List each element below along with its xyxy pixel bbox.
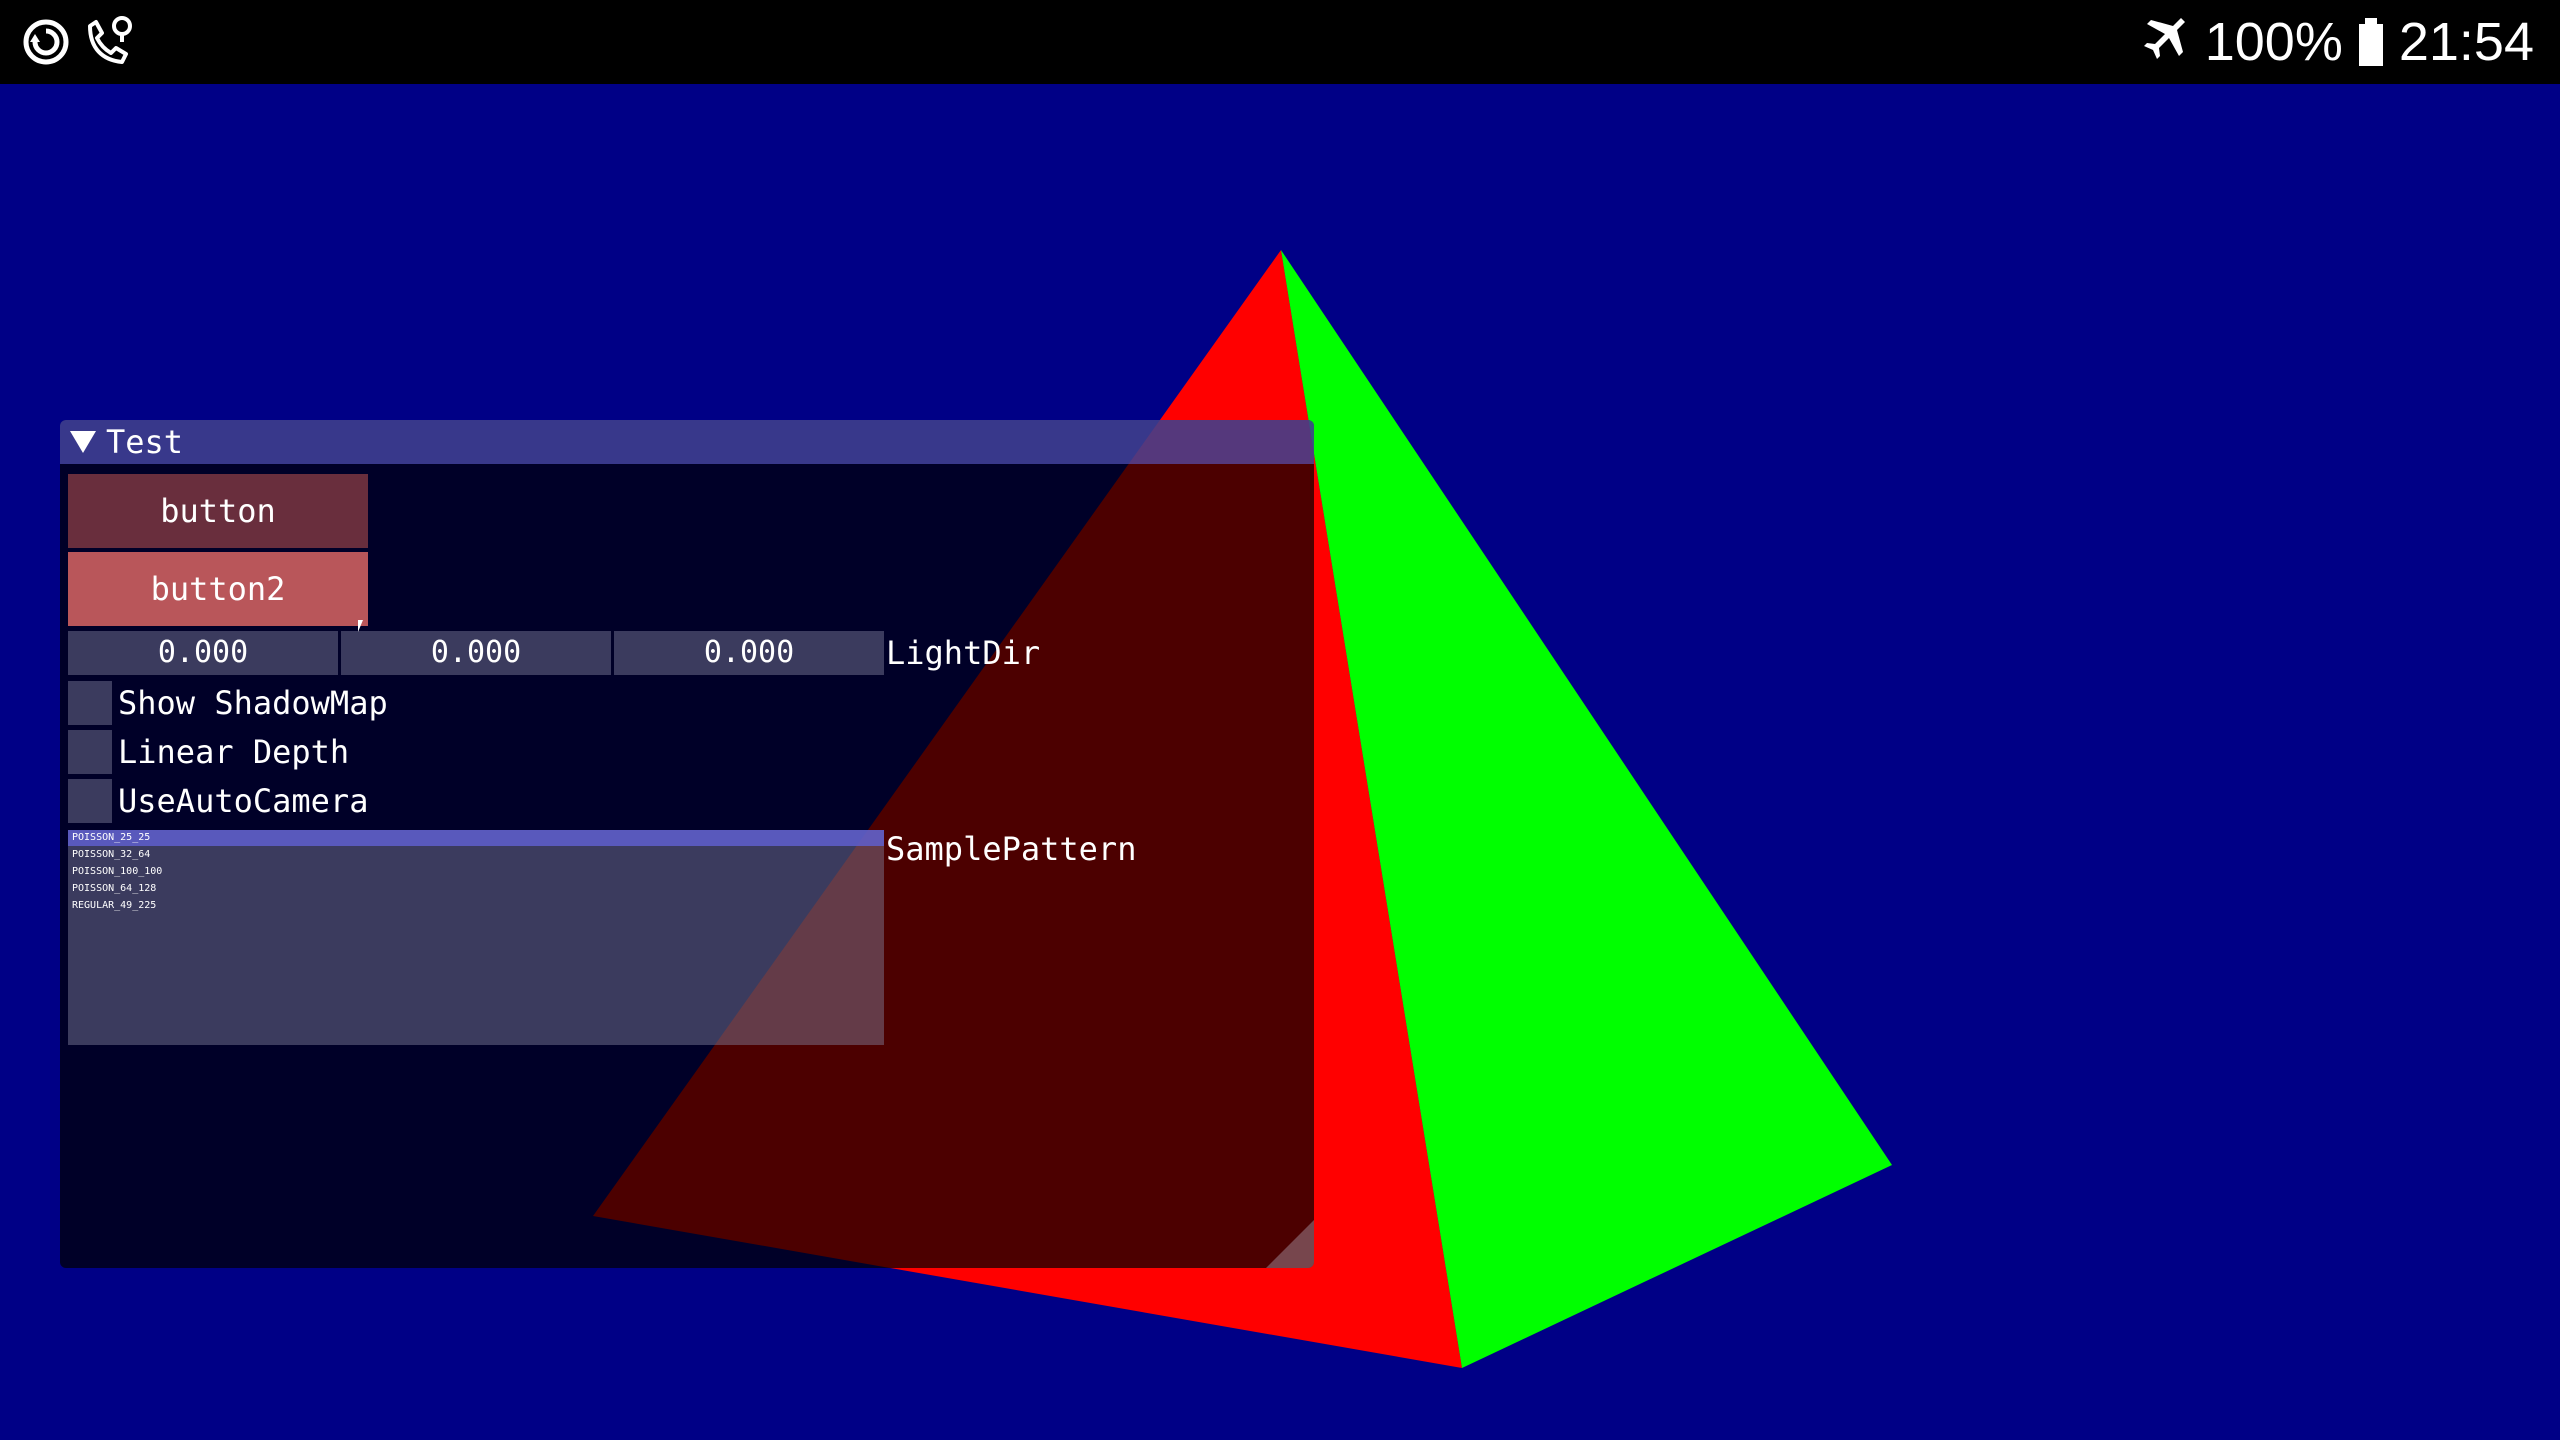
battery-icon (2358, 18, 2383, 66)
lightdir-label: LightDir (886, 634, 1041, 672)
window-title: Test (106, 423, 184, 461)
button2-button[interactable]: button2 (68, 552, 368, 626)
checkbox-label: UseAutoCamera (118, 782, 369, 820)
imgui-window-test[interactable]: Test button button2 0.000 0.000 0.000 Li… (60, 420, 1314, 1268)
lightdir-z-field[interactable]: 0.000 (614, 631, 884, 675)
android-screen: 100% 21:54 Test button button2 0.000 0.0… (0, 0, 2560, 1440)
list-item[interactable]: POISSON_32_64 (68, 847, 884, 863)
sync-icon (23, 19, 69, 65)
collapse-triangle-icon[interactable] (70, 431, 96, 453)
list-item[interactable]: POISSON_64_128 (68, 881, 884, 897)
window-resize-grip[interactable] (1266, 1220, 1314, 1268)
window-titlebar[interactable]: Test (60, 420, 1314, 464)
lightdir-y-field[interactable]: 0.000 (341, 631, 611, 675)
checkbox-box[interactable] (68, 730, 112, 774)
samplepattern-listbox[interactable]: POISSON_25_25 POISSON_32_64 POISSON_100_… (68, 830, 884, 1045)
checkbox-box[interactable] (68, 681, 112, 725)
button-button[interactable]: button (68, 474, 368, 548)
list-item[interactable]: POISSON_100_100 (68, 864, 884, 880)
lightdir-x-field[interactable]: 0.000 (68, 631, 338, 675)
clock: 21:54 (2398, 12, 2534, 72)
battery-percent: 100% (2204, 12, 2343, 72)
airplane-mode-icon (2143, 18, 2185, 59)
checkbox-label: Linear Depth (118, 733, 350, 771)
list-item[interactable]: REGULAR_49_225 (68, 898, 884, 914)
checkbox-box[interactable] (68, 779, 112, 823)
samplepattern-label: SamplePattern (886, 830, 1137, 868)
status-bar: 100% 21:54 (0, 0, 2560, 84)
wifi-calling-icon (88, 16, 132, 64)
list-item[interactable]: POISSON_25_25 (68, 830, 884, 846)
checkbox-label: Show ShadowMap (118, 684, 388, 722)
